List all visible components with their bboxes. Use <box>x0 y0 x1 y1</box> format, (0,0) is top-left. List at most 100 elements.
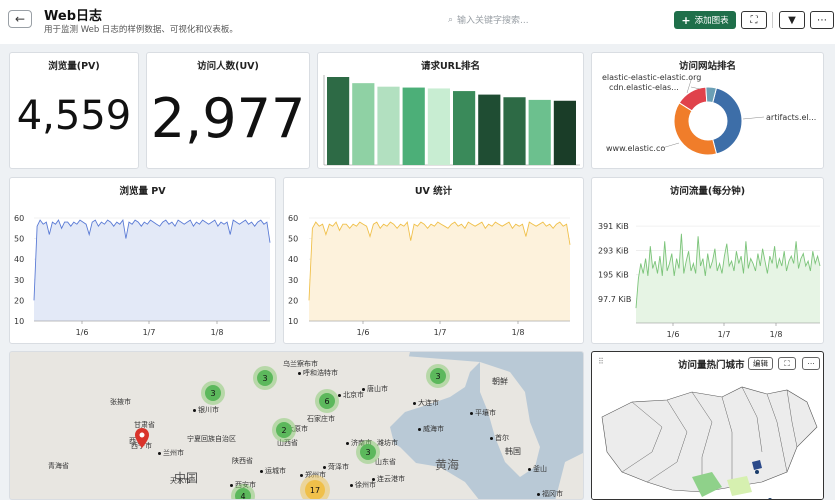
y-tick-label: 97.7 KiB <box>598 295 631 304</box>
map-cluster-marker[interactable]: 6 <box>319 393 335 409</box>
filter-icon: ▼ <box>788 14 796 26</box>
url-rank-panel: 请求URL排名 <box>317 52 584 169</box>
y-tick-label: 50 <box>288 235 298 244</box>
city-label: 呼和浩特市 <box>298 368 338 378</box>
page-title: Web日志 <box>44 9 102 24</box>
map-pin-icon[interactable] <box>135 428 149 448</box>
city-label: 朝鲜 <box>492 377 508 386</box>
uv-metric-value: 2,977 <box>150 87 306 150</box>
filter-button[interactable]: ▼ <box>779 11 805 29</box>
bar[interactable] <box>427 88 450 165</box>
map-cluster-marker[interactable]: 3 <box>360 444 376 460</box>
back-button[interactable]: ← <box>8 10 32 28</box>
bar[interactable] <box>553 100 576 165</box>
x-tick-label: 1/6 <box>76 328 89 337</box>
bar[interactable] <box>327 77 350 165</box>
city-label: 徐州市 <box>350 480 376 490</box>
x-tick-label: 1/7 <box>718 330 731 339</box>
pie-leader-line <box>742 116 765 120</box>
bar[interactable] <box>453 91 476 165</box>
url-rank-chart <box>323 75 580 166</box>
uv-chart-panel: UV 统计 60 50 40 30 20 10 1/6 1/7 1/8 <box>283 177 584 344</box>
map-cluster-marker[interactable]: 17 <box>305 480 325 499</box>
map-cluster-marker[interactable]: 3 <box>205 385 221 401</box>
more-button[interactable]: ⋯ <box>810 11 834 29</box>
traffic-chart-panel: 访问流量(每分钟) 391 KiB 293 KiB 195 KiB 97.7 KiB 1… <box>591 177 824 344</box>
bar[interactable] <box>478 94 501 165</box>
map-cluster-marker[interactable]: 2 <box>276 422 292 438</box>
y-tick-label: 40 <box>288 255 298 264</box>
more-icon: ⋯ <box>807 359 815 368</box>
pie-slice[interactable] <box>673 102 718 156</box>
pie-label: artifacts.el... <box>766 113 816 122</box>
y-tick-label: 20 <box>14 296 24 305</box>
bar[interactable] <box>352 83 375 165</box>
bar[interactable] <box>503 97 526 165</box>
y-tick-label: 40 <box>14 255 24 264</box>
city-label: 兰州市 <box>158 448 184 458</box>
edit-label: 编辑 <box>753 359 768 368</box>
fullscreen-icon: ⛶ <box>750 14 758 26</box>
pie-slice[interactable] <box>712 87 743 155</box>
city-label: 平壤市 <box>470 408 496 418</box>
panel-fullscreen-button[interactable]: ⛶ <box>778 357 796 370</box>
uv-chart: 60 50 40 30 20 10 1/6 1/7 1/8 <box>288 214 571 337</box>
x-tick-label: 1/7 <box>434 328 447 337</box>
plus-icon: + <box>681 13 691 27</box>
bar[interactable] <box>528 99 551 165</box>
traffic-chart: 391 KiB 293 KiB 195 KiB 97.7 KiB 1/6 1/7 1/8 <box>598 222 821 339</box>
pie-label: cdn.elastic-elas... <box>609 83 679 92</box>
x-tick-label: 1/8 <box>512 328 525 337</box>
city-label: 山东省 <box>375 458 396 466</box>
map-cluster-marker[interactable]: 4 <box>235 488 251 499</box>
y-tick-label: 30 <box>14 276 24 285</box>
hot-city-panel[interactable]: ⠿ 访问量热门城市 编辑 ⛶ ⋯ <box>591 351 824 500</box>
top-bar: ← Web日志 用于监测 Web 日志的样例数据、可视化和仪表板。 ⌕ 输入关键… <box>0 0 835 44</box>
x-tick-label: 1/8 <box>770 330 783 339</box>
y-tick-label: 293 KiB <box>598 246 629 255</box>
y-tick-label: 10 <box>288 317 298 326</box>
y-tick-label: 391 KiB <box>598 222 629 231</box>
city-label: 石家庄市 <box>307 415 335 423</box>
pv-metric-title: 浏览量(PV) <box>48 61 100 72</box>
city-label: 宁夏回族自治区 <box>187 435 236 443</box>
search-input[interactable]: ⌕ 输入关键字搜索... <box>448 13 529 27</box>
x-tick-label: 1/8 <box>211 328 224 337</box>
bar[interactable] <box>402 87 425 165</box>
city-label: 北京市 <box>338 390 364 400</box>
drag-handle-icon[interactable]: ⠿ <box>598 357 604 366</box>
fullscreen-button[interactable]: ⛶ <box>741 11 767 29</box>
map-cluster-marker[interactable]: 3 <box>257 370 273 386</box>
pv-metric-value: 4,559 <box>16 93 132 139</box>
y-tick-label: 50 <box>14 235 24 244</box>
city-label: 首尔 <box>490 433 509 443</box>
city-label: 大连市 <box>413 398 439 408</box>
map-cluster-marker[interactable]: 3 <box>430 368 446 384</box>
uv-metric-panel: 访问人数(UV) 2,977 <box>146 52 310 169</box>
city-label: 天水市 <box>170 477 191 485</box>
pie-label: elastic-elastic-elastic.org <box>602 73 701 82</box>
uv-metric-title: 访问人数(UV) <box>197 61 259 72</box>
bar[interactable] <box>377 86 400 165</box>
pie-label: www.elastic.co <box>606 144 665 153</box>
edit-button[interactable]: 编辑 <box>748 357 773 370</box>
y-tick-label: 20 <box>288 296 298 305</box>
header-divider <box>772 12 773 28</box>
pv-metric-panel: 浏览量(PV) 4,559 <box>9 52 139 169</box>
add-chart-button[interactable]: + 添加图表 <box>674 11 736 29</box>
y-tick-label: 60 <box>288 214 298 223</box>
city-label: 菏泽市 <box>323 462 349 472</box>
area-fill <box>34 220 270 321</box>
map-panel[interactable]: 乌兰察布市 呼和浩特市 北京市 唐山市 朝鲜 张掖市 银川市 大连市 平壤市 石… <box>9 351 584 500</box>
panel-more-button[interactable]: ⋯ <box>802 357 820 370</box>
city-label: 张掖市 <box>110 398 131 406</box>
area-fill <box>309 222 570 321</box>
city-label: 韩国 <box>505 447 521 456</box>
city-label: 青海省 <box>48 462 69 470</box>
sea-label: 黄海 <box>435 458 460 472</box>
city-label: 福冈市 <box>537 489 563 499</box>
hot-city-map <box>592 372 823 499</box>
city-label: 釜山 <box>528 464 547 474</box>
site-rank-chart: artifacts.el... www.elastic.co elastic-ela… <box>602 73 816 156</box>
page-subtitle: 用于监测 Web 日志的样例数据、可视化和仪表板。 <box>44 25 238 35</box>
